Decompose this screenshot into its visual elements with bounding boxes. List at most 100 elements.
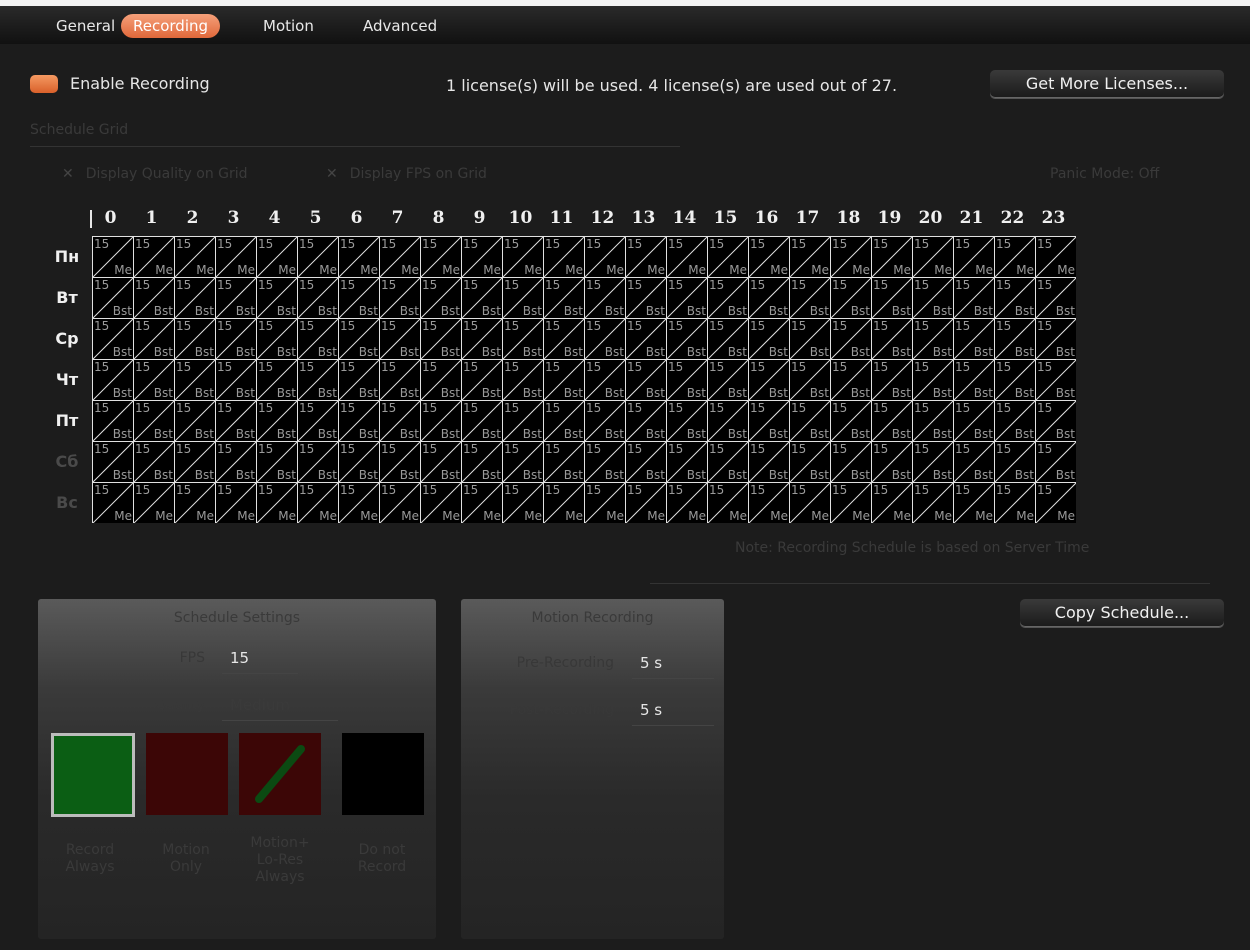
schedule-cell[interactable]: 15 Bst [338,359,380,401]
schedule-cell[interactable]: 15 Bst [953,277,995,319]
schedule-cell[interactable]: 15 Bst [789,277,831,319]
schedule-cell[interactable]: 15 Bst [379,359,421,401]
schedule-cell[interactable]: 15 Bst [215,277,257,319]
schedule-cell[interactable]: 15 Bst [174,277,216,319]
schedule-cell[interactable]: 15 Me [994,236,1036,278]
schedule-cell[interactable]: 15 Bst [666,400,708,442]
schedule-cell[interactable]: 15 Me [707,236,749,278]
schedule-cell[interactable]: 15 Bst [830,441,872,483]
schedule-cell[interactable]: 15 Bst [748,359,790,401]
schedule-cell[interactable]: 15 Bst [748,441,790,483]
schedule-cell[interactable]: 15 Bst [133,277,175,319]
schedule-cell[interactable]: 15 Me [625,482,667,524]
schedule-cell[interactable]: 15 Bst [502,359,544,401]
schedule-cell[interactable]: 15 Bst [133,441,175,483]
schedule-cell[interactable]: 15 Bst [789,359,831,401]
schedule-cell[interactable]: 15 Bst [1035,359,1077,401]
display-fps-option[interactable]: ✕ Display FPS on Grid [326,166,487,182]
schedule-cell[interactable]: 15 Me [953,236,995,278]
schedule-cell[interactable]: 15 Bst [338,277,380,319]
schedule-cell[interactable]: 15 Bst [789,318,831,360]
schedule-cell[interactable]: 15 Bst [297,400,339,442]
schedule-cell[interactable]: 15 Me [215,236,257,278]
schedule-cell[interactable]: 15 Bst [215,441,257,483]
schedule-cell[interactable]: 15 Me [420,236,462,278]
schedule-cell[interactable]: 15 Me [461,482,503,524]
schedule-cell[interactable]: 15 Bst [789,400,831,442]
schedule-cell[interactable]: 15 Me [1035,236,1077,278]
schedule-cell[interactable]: 15 Bst [830,318,872,360]
post-recording-input[interactable]: 5 s [632,695,714,726]
schedule-cell[interactable]: 15 Bst [215,359,257,401]
schedule-cell[interactable]: 15 Bst [707,359,749,401]
schedule-cell[interactable]: 15 Me [871,482,913,524]
schedule-cell[interactable]: 15 Bst [338,400,380,442]
schedule-cell[interactable]: 15 Bst [297,359,339,401]
schedule-cell[interactable]: 15 Bst [215,400,257,442]
pre-recording-input[interactable]: 5 s [632,648,714,679]
schedule-cell[interactable]: 15 Bst [461,277,503,319]
schedule-cell[interactable]: 15 Bst [748,400,790,442]
schedule-cell[interactable]: 15 Bst [1035,318,1077,360]
schedule-cell[interactable]: 15 Bst [871,318,913,360]
motion-lores-always-button[interactable] [239,733,321,815]
schedule-cell[interactable]: 15 Bst [92,441,134,483]
schedule-cell[interactable]: 15 Bst [297,318,339,360]
quality-select[interactable]: Medium [222,690,338,721]
schedule-cell[interactable]: 15 Bst [584,441,626,483]
schedule-cell[interactable]: 15 Me [256,482,298,524]
schedule-cell[interactable]: 15 Me [830,482,872,524]
tab-recording[interactable]: Recording [121,14,221,38]
schedule-cell[interactable]: 15 Me [338,482,380,524]
schedule-cell[interactable]: 15 Bst [994,277,1036,319]
schedule-cell[interactable]: 15 Bst [502,318,544,360]
schedule-cell[interactable]: 15 Bst [994,400,1036,442]
schedule-cell[interactable]: 15 Bst [420,359,462,401]
schedule-cell[interactable]: 15 Bst [707,441,749,483]
schedule-cell[interactable]: 15 Bst [502,400,544,442]
schedule-cell[interactable]: 15 Bst [748,318,790,360]
schedule-cell[interactable]: 15 Bst [174,441,216,483]
schedule-cell[interactable]: 15 Me [502,236,544,278]
schedule-cell[interactable]: 15 Bst [256,359,298,401]
do-not-record-button[interactable] [342,733,424,815]
schedule-cell[interactable]: 15 Bst [707,400,749,442]
schedule-cell[interactable]: 15 Bst [1035,441,1077,483]
schedule-cell[interactable]: 15 Me [297,236,339,278]
schedule-cell[interactable]: 15 Bst [502,277,544,319]
tab-motion[interactable]: Motion [251,14,326,38]
schedule-cell[interactable]: 15 Bst [543,277,585,319]
schedule-cell[interactable]: 15 Bst [666,318,708,360]
schedule-cell[interactable]: 15 Me [174,236,216,278]
fps-input[interactable]: 15 [222,643,298,674]
schedule-cell[interactable]: 15 Bst [379,441,421,483]
schedule-cell[interactable]: 15 Bst [666,359,708,401]
schedule-cell[interactable]: 15 Bst [256,400,298,442]
motion-only-button[interactable] [146,733,228,815]
schedule-cell[interactable]: 15 Bst [912,441,954,483]
schedule-cell[interactable]: 15 Me [502,482,544,524]
schedule-cell[interactable]: 15 Bst [543,441,585,483]
schedule-cell[interactable]: 15 Bst [584,400,626,442]
enable-recording-row[interactable]: Enable Recording [30,74,210,93]
schedule-cell[interactable]: 15 Bst [625,441,667,483]
schedule-cell[interactable]: 15 Bst [297,441,339,483]
schedule-cell[interactable]: 15 Bst [543,359,585,401]
display-quality-option[interactable]: ✕ Display Quality on Grid [62,166,248,182]
schedule-cell[interactable]: 15 Me [379,482,421,524]
schedule-cell[interactable]: 15 Me [92,482,134,524]
schedule-cell[interactable]: 15 Bst [379,277,421,319]
schedule-cell[interactable]: 15 Bst [338,318,380,360]
schedule-cell[interactable]: 15 Me [666,236,708,278]
schedule-cell[interactable]: 15 Bst [912,318,954,360]
schedule-cell[interactable]: 15 Me [748,236,790,278]
tab-general[interactable]: General [44,14,127,38]
schedule-cell[interactable]: 15 Bst [707,318,749,360]
schedule-cell[interactable]: 15 Me [707,482,749,524]
schedule-cell[interactable]: 15 Bst [543,400,585,442]
schedule-cell[interactable]: 15 Bst [953,359,995,401]
schedule-cell[interactable]: 15 Bst [379,400,421,442]
schedule-cell[interactable]: 15 Me [666,482,708,524]
schedule-cell[interactable]: 15 Bst [994,441,1036,483]
schedule-cell[interactable]: 15 Bst [625,400,667,442]
